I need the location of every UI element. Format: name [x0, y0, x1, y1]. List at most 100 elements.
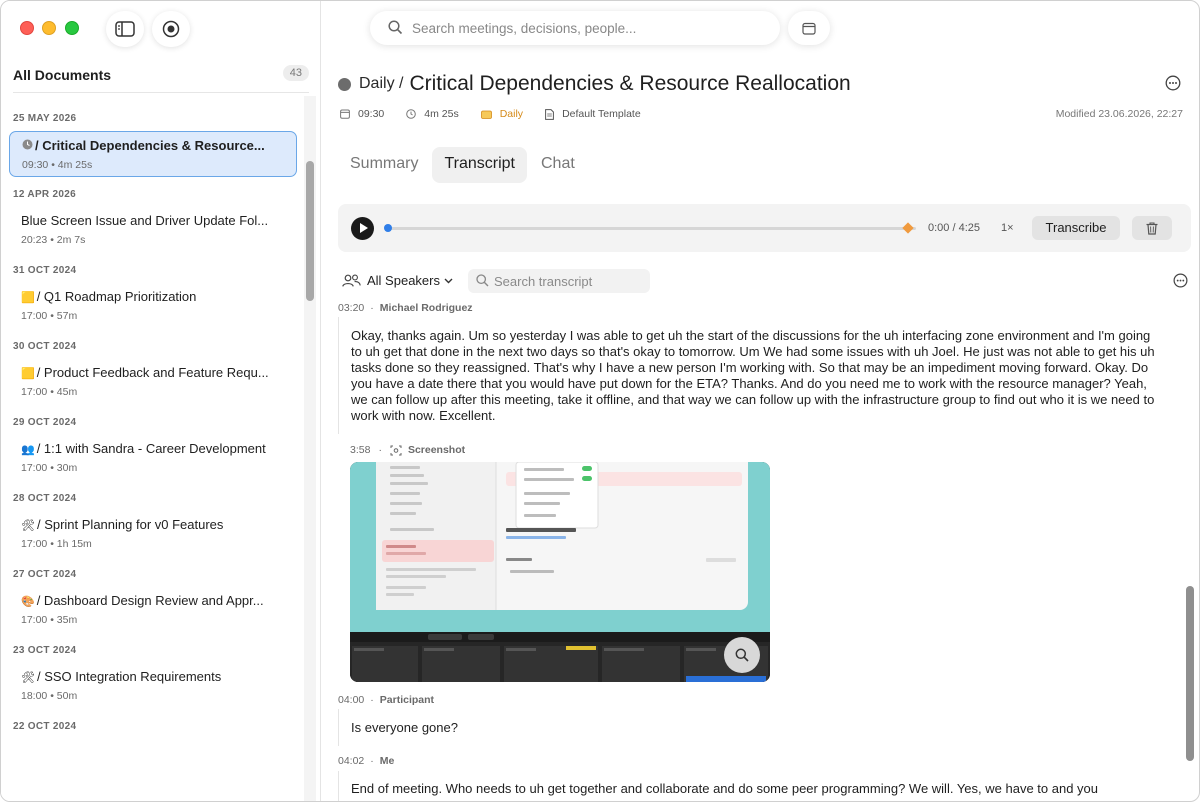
date-header: 27 OCT 2024 [13, 569, 77, 580]
playback-speed-button[interactable]: 1× [1001, 222, 1014, 234]
global-search-bar[interactable]: Search meetings, decisions, people... [370, 11, 780, 45]
transcript-search-input[interactable]: Search transcript [468, 269, 650, 293]
segment-timestamp[interactable]: 3:58 [350, 444, 370, 456]
document-title: / Dashboard Design Review and Appr... [36, 593, 264, 608]
screenshot-marker[interactable] [902, 222, 914, 234]
breadcrumb[interactable]: Daily / [359, 75, 403, 93]
screenshot-header: 3:58 · Screenshot [350, 444, 466, 456]
playback-time: 0:00 / 4:25 [928, 222, 980, 234]
document-item[interactable]: 👥/ 1:1 with Sandra - Career Development … [9, 435, 297, 481]
date-group: 30 OCT 2024 🟨 / Product Feedback and Feat… [1, 329, 305, 405]
template-selector[interactable]: Default Template [545, 108, 641, 120]
calendar-button[interactable] [788, 11, 830, 45]
segment-timestamp[interactable]: 04:00 [338, 694, 364, 706]
document-title: / Critical Dependencies & Resource... [35, 138, 265, 153]
folder-icon: 🟨 [21, 292, 35, 304]
speaker-name: Participant [379, 694, 435, 706]
meeting-time: 09:30 [340, 108, 384, 120]
document-item[interactable]: 🟨 / Product Feedback and Feature Requ... … [9, 359, 297, 405]
tab-summary[interactable]: Summary [338, 147, 430, 183]
date-group: 23 OCT 2024 🛠 / SSO Integration Requireme… [1, 633, 305, 709]
delete-recording-button[interactable] [1132, 216, 1172, 240]
tab-transcript[interactable]: Transcript [432, 147, 527, 183]
folder-icon: 🟨 [21, 368, 35, 380]
calendar-icon [340, 109, 350, 119]
screenshot-icon [390, 445, 402, 455]
speaker-name: Me [379, 755, 395, 767]
document-item[interactable]: Blue Screen Issue and Driver Update Fol.… [9, 207, 297, 253]
record-button[interactable] [152, 11, 190, 47]
chevron-down-icon [444, 278, 453, 283]
meeting-duration: 4m 25s [406, 108, 459, 120]
sidebar-scrollbar[interactable] [306, 161, 314, 301]
date-group: 22 OCT 2024 [1, 709, 305, 739]
screenshot-toolbar-image [350, 632, 770, 682]
category-tag[interactable]: Daily [480, 108, 523, 120]
date-group: 29 OCT 2024 👥/ 1:1 with Sandra - Career … [1, 405, 305, 481]
document-meta-row: 09:30 4m 25s Daily Default Template [340, 107, 663, 121]
document-header: Daily / Critical Dependencies & Resource… [338, 71, 851, 97]
date-header: 31 OCT 2024 [13, 265, 77, 276]
screenshot-content-image [376, 462, 742, 610]
tab-chat[interactable]: Chat [529, 147, 587, 183]
more-options-button[interactable] [1165, 75, 1181, 96]
clock-icon [338, 77, 351, 91]
minimize-window-button[interactable] [42, 21, 56, 35]
playhead[interactable] [384, 224, 392, 232]
date-group: 31 OCT 2024 🟨 / Q1 Roadmap Prioritization… [1, 253, 305, 329]
document-item[interactable]: 🟨 / Q1 Roadmap Prioritization 17:00 • 57m [9, 283, 297, 329]
document-title: / 1:1 with Sandra - Career Development [36, 441, 266, 456]
close-window-button[interactable] [20, 21, 34, 35]
screenshot-label: Screenshot [407, 444, 466, 456]
document-item[interactable]: 🎨 / Dashboard Design Review and Appr... 1… [9, 587, 297, 633]
play-button[interactable] [351, 217, 374, 240]
transcript-scrollbar[interactable] [1186, 586, 1194, 761]
transcribe-button[interactable]: Transcribe [1032, 216, 1120, 240]
main-panel: Search meetings, decisions, people... Da… [322, 1, 1199, 801]
search-icon [388, 20, 403, 40]
people-icon: 👥 [21, 444, 35, 456]
transcript-segment: Is everyone gone? [338, 709, 1158, 746]
palette-icon: 🎨 [21, 596, 35, 608]
people-icon [342, 274, 361, 287]
segment-timestamp[interactable]: 04:02 [338, 755, 364, 767]
document-title: / SSO Integration Requirements [36, 669, 222, 684]
sidebar: All Documents 43 25 MAY 2026 / Critical … [1, 1, 321, 801]
playback-scrubber[interactable] [384, 222, 916, 234]
date-header: 22 OCT 2024 [13, 721, 77, 732]
document-item[interactable]: 🛠 / SSO Integration Requirements 18:00 • … [9, 663, 297, 709]
audio-player: 0:00 / 4:25 1× Transcribe [338, 204, 1191, 252]
sidebar-header: All Documents 43 [13, 65, 309, 93]
clock-icon [22, 139, 33, 153]
zoom-screenshot-button[interactable] [724, 637, 760, 673]
modified-timestamp: Modified 23.06.2026, 22:27 [1055, 108, 1183, 120]
segment-text: End of meeting. Who needs to uh get toge… [351, 781, 1099, 796]
document-title: / Sprint Planning for v0 Features [36, 517, 224, 532]
document-meta: 17:00 • 1h 15m [21, 538, 92, 550]
search-input[interactable]: Search meetings, decisions, people... [412, 21, 636, 36]
zoom-window-button[interactable] [65, 21, 79, 35]
speaker-name: Michael Rodriguez [379, 302, 473, 314]
toggle-sidebar-button[interactable] [106, 11, 144, 47]
transcript-options-button[interactable] [1173, 273, 1188, 293]
document-item[interactable]: / Critical Dependencies & Resource... 09… [9, 131, 297, 177]
segment-text: Is everyone gone? [351, 720, 458, 735]
document-meta: 20:23 • 2m 7s [21, 234, 86, 246]
date-header: 12 APR 2026 [13, 189, 76, 200]
transcript-segment: End of meeting. Who needs to uh get toge… [338, 771, 1158, 801]
screenshot-thumbnail[interactable] [350, 462, 770, 682]
document-count-badge: 43 [282, 65, 309, 81]
ellipsis-icon [1173, 273, 1188, 288]
segment-header: 03:20 · Michael Rodriguez [338, 302, 473, 314]
timer-icon [406, 109, 417, 119]
transcript-list: 03:20 · Michael Rodriguez Okay, thanks a… [322, 297, 1188, 801]
tools-icon: 🛠 [21, 520, 35, 532]
date-group: 27 OCT 2024 🎨 / Dashboard Design Review a… [1, 557, 305, 633]
document-meta: 17:00 • 35m [21, 614, 78, 626]
document-item[interactable]: 🛠 / Sprint Planning for v0 Features 17:00… [9, 511, 297, 557]
speaker-filter-dropdown[interactable]: All Speakers [342, 273, 459, 288]
segment-timestamp[interactable]: 03:20 [338, 302, 364, 314]
document-meta: 17:00 • 57m [21, 310, 78, 322]
ellipsis-icon [1165, 75, 1181, 91]
date-header: 29 OCT 2024 [13, 417, 77, 428]
